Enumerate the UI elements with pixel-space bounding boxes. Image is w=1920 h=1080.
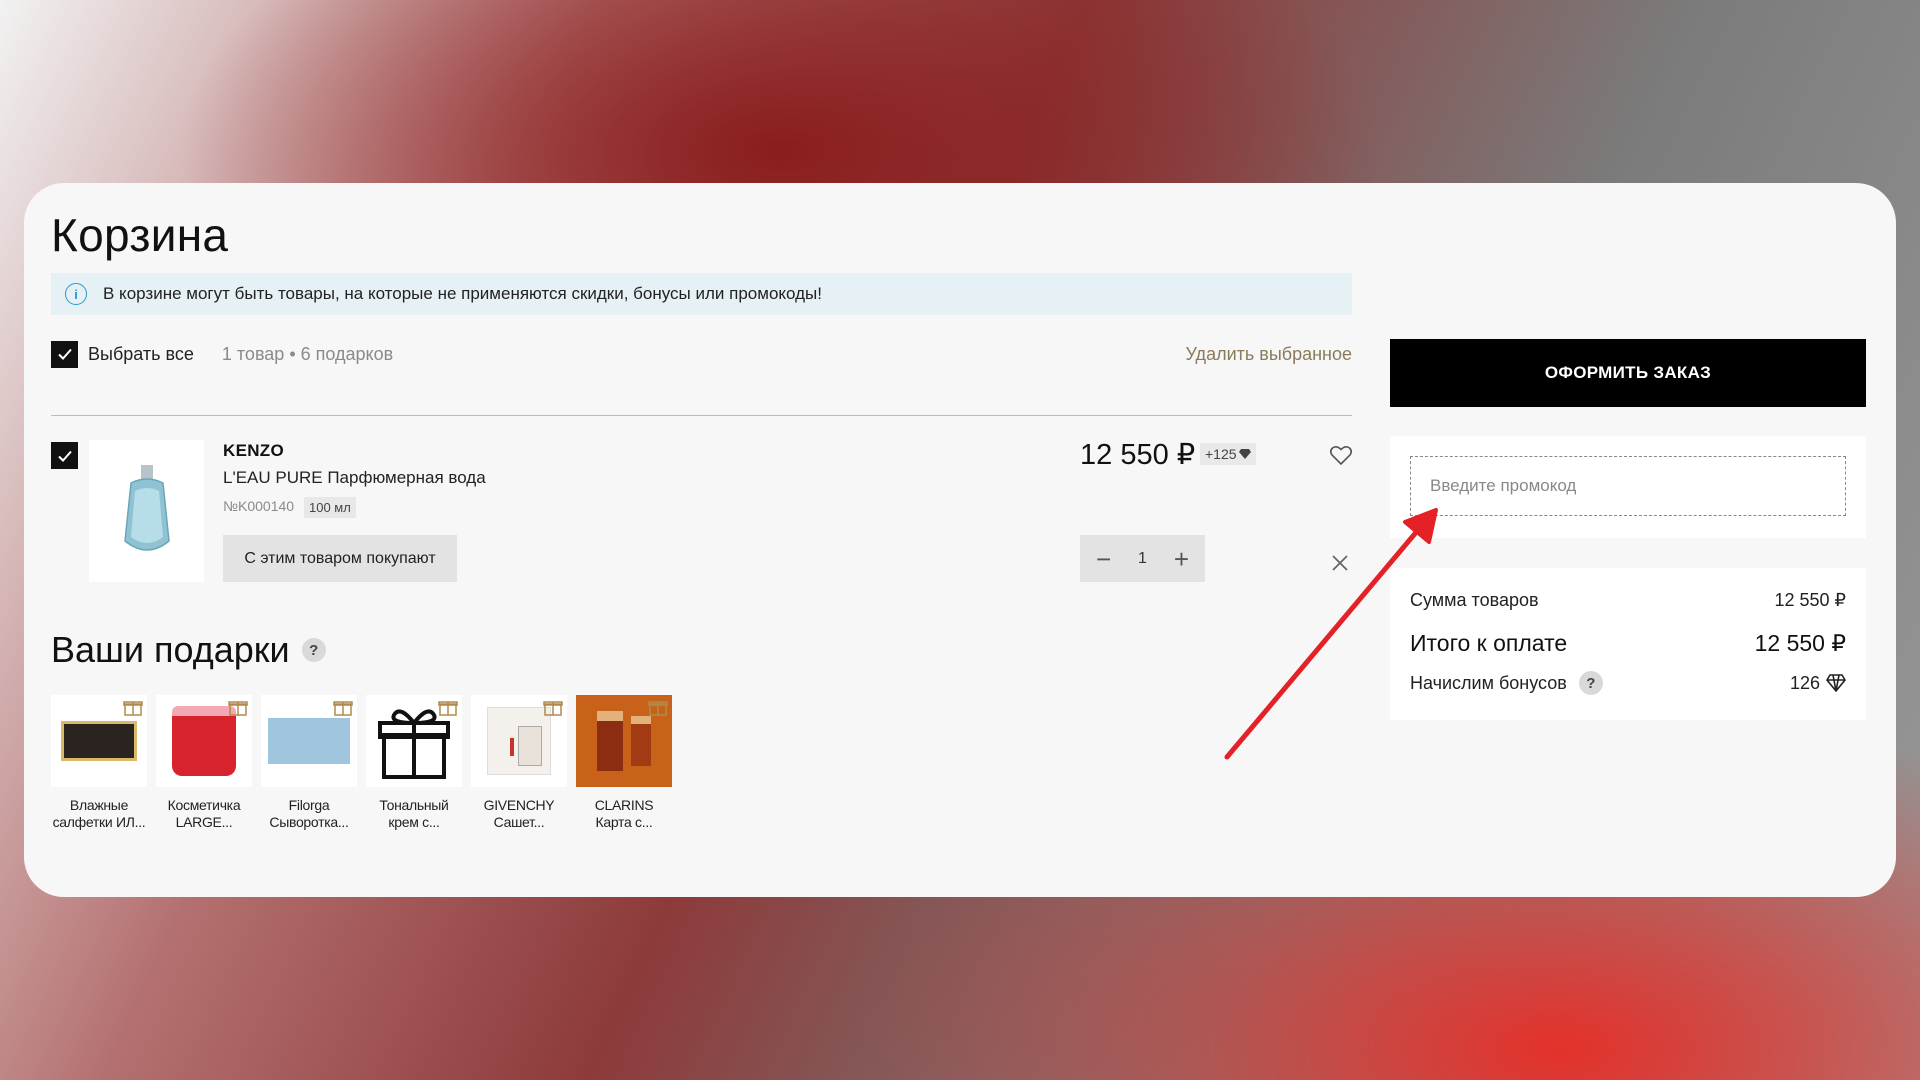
- promo-code-input[interactable]: [1410, 456, 1846, 516]
- diamond-icon: [1238, 449, 1251, 459]
- gift-caption: Тональный крем с...: [379, 797, 449, 830]
- bonus-value: 126: [1789, 672, 1820, 693]
- gift-icon: [123, 701, 143, 716]
- gift-item[interactable]: Filorga Сыворотка...: [261, 695, 357, 831]
- promo-panel: [1390, 436, 1866, 538]
- help-icon[interactable]: ?: [1578, 671, 1603, 695]
- product-sku: №K000140: [223, 498, 295, 514]
- product-name[interactable]: L'EAU PURE Парфюмерная вода: [223, 468, 486, 488]
- check-icon: [57, 450, 72, 462]
- info-notice: i В корзине могут быть товары, на которы…: [51, 273, 1352, 315]
- gift-item[interactable]: Косметичка LARGE...: [156, 695, 252, 831]
- order-summary: Сумма товаров 12 550 ₽ Итого к оплате 12…: [1390, 568, 1866, 720]
- quantity-value[interactable]: 1: [1138, 550, 1147, 568]
- perfume-bottle-image: [123, 465, 170, 551]
- gift-icon: [228, 701, 248, 716]
- gift-icon: [543, 701, 563, 716]
- gift-item[interactable]: Влажные салфетки ИЛ...: [51, 695, 147, 831]
- gift-caption: Косметичка LARGE...: [167, 797, 241, 830]
- product-volume: 100 мл: [304, 497, 356, 518]
- help-icon[interactable]: ?: [301, 638, 326, 662]
- gift-caption: GIVENCHY Сашет...: [483, 797, 555, 830]
- cart-count: 1 товар • 6 подарков: [221, 343, 394, 364]
- bonus-badge: +125: [1200, 443, 1256, 465]
- checkout-button[interactable]: ОФОРМИТЬ ЗАКАЗ: [1390, 339, 1866, 407]
- divider: [51, 415, 1352, 416]
- item-checkbox[interactable]: [51, 442, 78, 469]
- page-title: Корзина: [51, 209, 229, 261]
- goods-label: Сумма товаров: [1410, 589, 1539, 610]
- decrease-button[interactable]: −: [1096, 546, 1111, 572]
- remove-item-icon[interactable]: [1331, 554, 1349, 572]
- total-value: 12 550 ₽: [1754, 629, 1846, 656]
- gifts-list: Влажные салфетки ИЛ... Косметичка LARGE...…: [51, 695, 672, 831]
- select-all-checkbox[interactable]: [51, 340, 78, 368]
- select-all-row: Выбрать все 1 товар • 6 подарков Удалить…: [51, 339, 1352, 369]
- gift-icon: [438, 701, 458, 716]
- gift-icon: [333, 701, 353, 716]
- product-brand[interactable]: KENZO: [223, 441, 284, 461]
- gifts-section-title: Ваши подарки ?: [51, 629, 326, 671]
- gift-item[interactable]: CLARINS Карта с...: [576, 695, 672, 831]
- bonus-amount: +125: [1205, 446, 1237, 462]
- gift-caption: Filorga Сыворотка...: [269, 797, 349, 830]
- gift-item[interactable]: GIVENCHY Сашет...: [471, 695, 567, 831]
- gift-caption: Влажные салфетки ИЛ...: [52, 797, 146, 830]
- gift-caption: CLARINS Карта с...: [594, 797, 654, 830]
- goods-value: 12 550 ₽: [1774, 589, 1846, 610]
- notice-text: В корзине могут быть товары, на которые …: [103, 284, 822, 303]
- product-price: 12 550 ₽: [1080, 439, 1196, 471]
- select-all-label[interactable]: Выбрать все: [88, 344, 194, 365]
- total-label: Итого к оплате: [1410, 629, 1568, 656]
- check-icon: [57, 348, 72, 360]
- summary-goods-row: Сумма товаров 12 550 ₽: [1410, 588, 1846, 612]
- delete-selected-button[interactable]: Удалить выбранное: [1186, 344, 1352, 365]
- info-icon: i: [65, 283, 87, 305]
- gift-icon: [648, 701, 668, 716]
- heart-icon[interactable]: [1329, 443, 1353, 467]
- summary-bonus-row: Начислим бонусов ? 126: [1410, 670, 1846, 696]
- gift-item[interactable]: Тональный крем с...: [366, 695, 462, 831]
- increase-button[interactable]: +: [1174, 546, 1189, 572]
- quantity-stepper: − 1 +: [1080, 535, 1205, 582]
- cart-card: Корзина i В корзине могут быть товары, н…: [24, 183, 1896, 897]
- product-image[interactable]: [89, 440, 204, 582]
- gifts-title-text: Ваши подарки: [51, 629, 290, 670]
- bonus-label: Начислим бонусов: [1410, 672, 1567, 693]
- diamond-icon: [1826, 674, 1846, 692]
- also-buy-button[interactable]: С этим товаром покупают: [223, 535, 457, 582]
- summary-total-row: Итого к оплате 12 550 ₽: [1410, 628, 1846, 658]
